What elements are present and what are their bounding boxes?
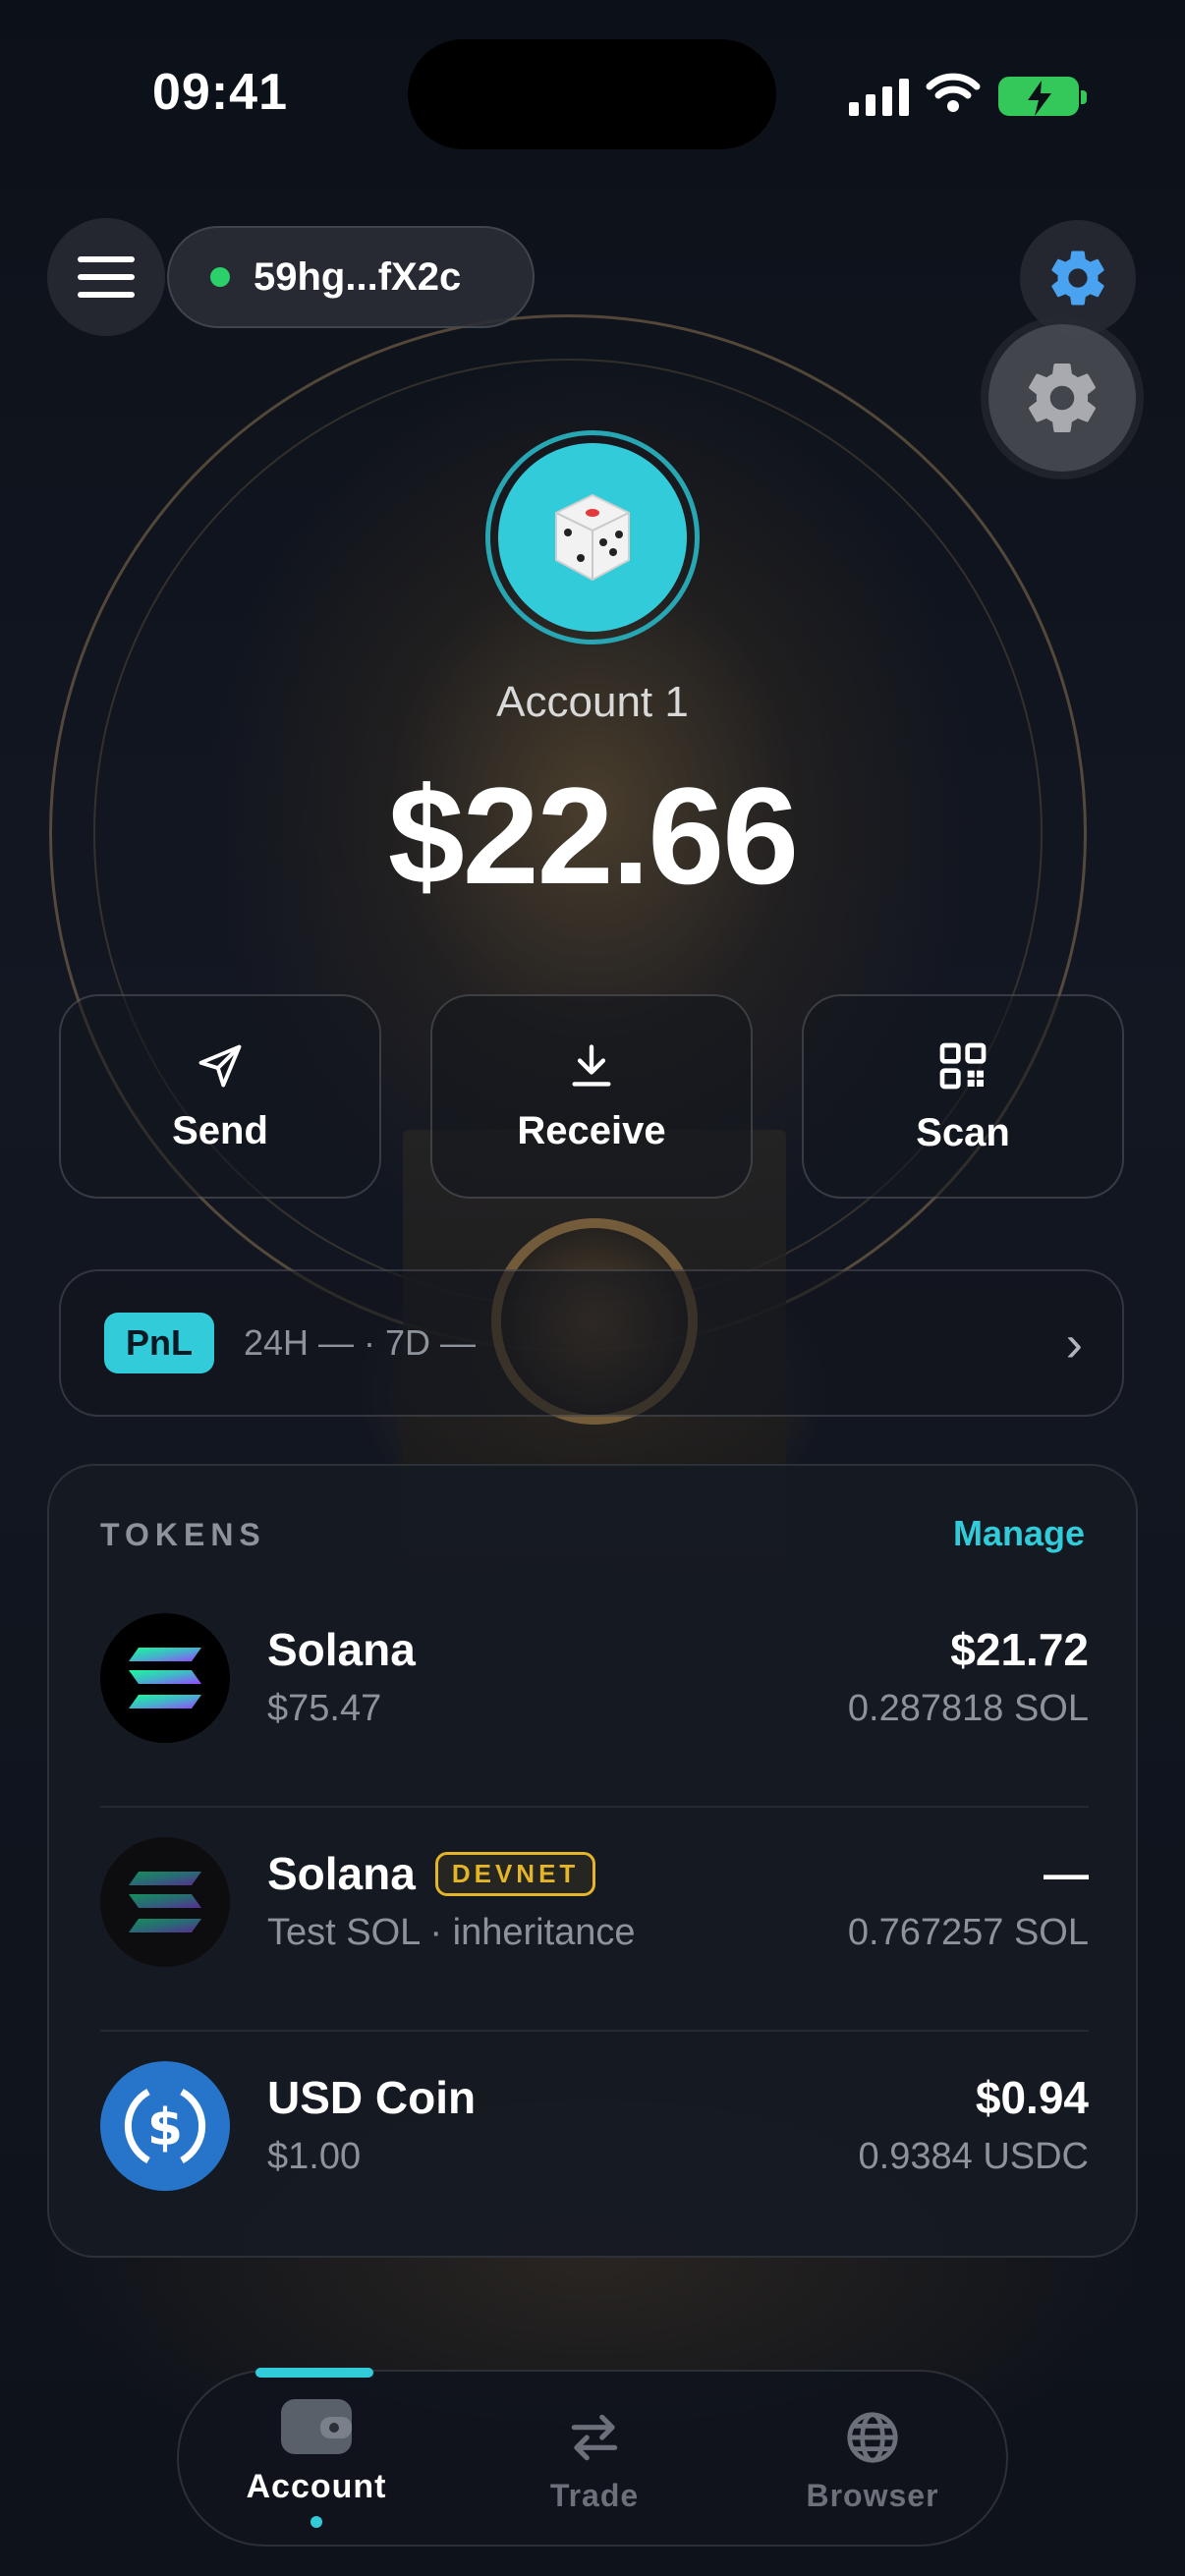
connection-status-dot [210, 267, 230, 287]
tokens-title: TOKENS [100, 1517, 266, 1552]
token-name: USD Coin [267, 2072, 477, 2123]
status-time: 09:41 [152, 64, 288, 121]
menu-icon [78, 256, 135, 262]
wallet-address: 59hg...fX2c [254, 254, 462, 299]
receive-button[interactable]: Receive [430, 994, 753, 1199]
globe-icon [847, 2411, 898, 2463]
token-name: Solana [267, 1624, 416, 1675]
wifi-icon [926, 73, 981, 112]
tab-trade-label: Trade [549, 2477, 640, 2513]
tab-trade[interactable]: Trade [486, 2372, 703, 2548]
gear-icon [1051, 251, 1104, 306]
token-row[interactable]: Solana $75.47 $21.72 0.287818 SOL [100, 1584, 1089, 1808]
swap-arrows-icon [571, 2414, 618, 2460]
scan-button[interactable]: Scan [802, 994, 1124, 1199]
send-label: Send [172, 1108, 268, 1152]
token-amount: 0.9384 USDC [858, 2136, 1089, 2177]
charging-bolt-icon [1028, 81, 1051, 116]
total-balance: $22.66 [387, 758, 799, 913]
menu-button[interactable] [47, 218, 165, 336]
cellular-signal-icon [849, 77, 909, 116]
token-amount: 0.287818 SOL [847, 1688, 1089, 1729]
token-price: $1.00 [267, 2136, 362, 2177]
download-icon [572, 1043, 611, 1087]
account-name: Account 1 [496, 678, 689, 726]
bottom-navigation: Account Trade Browser [177, 2370, 1008, 2547]
scan-label: Scan [916, 1110, 1010, 1154]
tokens-card: TOKENS Manage Solana $75.47 $21.72 0.287… [47, 1464, 1138, 2258]
token-price: $75.47 [267, 1688, 382, 1729]
tab-account-label: Account [246, 2467, 387, 2505]
tab-browser-label: Browser [806, 2477, 939, 2513]
manage-tokens-button[interactable]: Manage [953, 1513, 1085, 1554]
devnet-badge: DEVNET [434, 1851, 596, 1896]
chevron-right-icon: › [1065, 1316, 1083, 1372]
token-value: $0.94 [975, 2072, 1089, 2123]
battery-icon [998, 77, 1087, 116]
account-avatar[interactable] [485, 430, 700, 644]
status-bar: 09:41 [0, 0, 1185, 187]
active-tab-dot [310, 2515, 322, 2528]
floating-settings-button[interactable] [988, 324, 1136, 472]
qr-code-icon [939, 1042, 987, 1089]
gear-icon [1029, 364, 1096, 432]
dice-icon [555, 493, 630, 582]
solana-devnet-icon [100, 1837, 230, 1967]
usdc-icon: $ [100, 2061, 230, 2191]
settings-button[interactable] [1020, 220, 1136, 336]
pnl-summary-card[interactable]: PnL 24H — · 7D — › [59, 1269, 1124, 1417]
token-value: — [1044, 1848, 1089, 1899]
pnl-badge: PnL [104, 1313, 214, 1373]
send-icon [198, 1044, 242, 1087]
receive-label: Receive [517, 1108, 666, 1152]
svg-text:$: $ [147, 2099, 183, 2157]
token-name: Solana [267, 1848, 416, 1899]
dynamic-island [408, 39, 776, 149]
pnl-summary-text: 24H — · 7D — [244, 1322, 477, 1363]
wallet-icon [281, 2398, 352, 2454]
wallet-address-pill[interactable]: 59hg...fX2c [167, 226, 535, 328]
token-row[interactable]: $ USD Coin $1.00 $0.94 0.9384 USDC [100, 2032, 1089, 2256]
token-description: Test SOL · inheritance [267, 1912, 636, 1953]
token-value: $21.72 [950, 1624, 1089, 1675]
active-tab-indicator [255, 2368, 373, 2378]
send-button[interactable]: Send [59, 994, 381, 1199]
token-row[interactable]: Solana DEVNET Test SOL · inheritance — 0… [100, 1808, 1089, 2032]
token-amount: 0.767257 SOL [847, 1912, 1089, 1953]
tab-browser[interactable]: Browser [764, 2372, 981, 2548]
solana-icon [100, 1613, 230, 1743]
tab-account[interactable]: Account [208, 2372, 424, 2548]
